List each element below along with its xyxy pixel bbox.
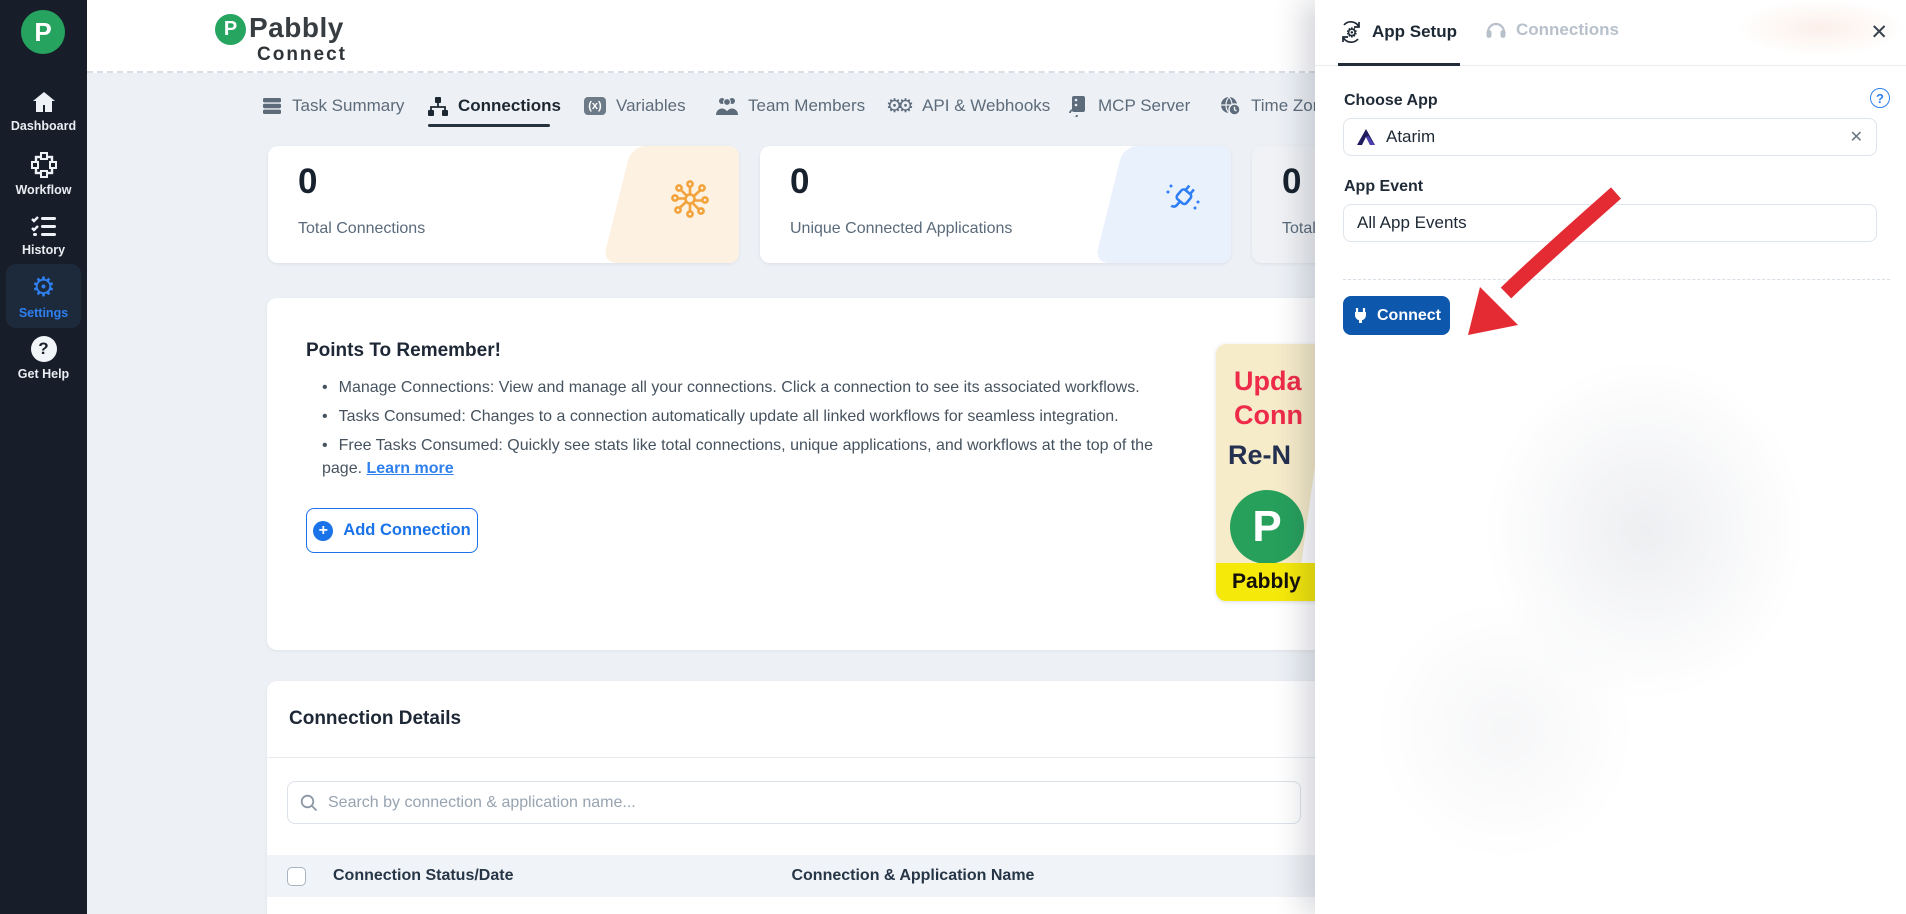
tab-label: Connections xyxy=(458,96,561,116)
active-tab-underline xyxy=(428,124,550,127)
tab-task-summary[interactable]: Task Summary xyxy=(262,88,404,124)
tab-api-webhooks[interactable]: ⚙⚙ API & Webhooks xyxy=(886,88,1050,124)
drawer-tab-connections[interactable]: Connections xyxy=(1485,20,1619,40)
sidebar-item-label: History xyxy=(0,243,87,257)
connection-search[interactable] xyxy=(287,781,1301,824)
tab-connections[interactable]: Connections xyxy=(428,88,561,124)
bullet-free-tasks: Free Tasks Consumed: Quickly see stats l… xyxy=(322,434,1160,480)
sidebar-item-dashboard[interactable]: Dashboard xyxy=(0,90,87,133)
tab-variables[interactable]: (x) Variables xyxy=(584,88,686,124)
stat-card-total-connections: 0 Total Connections xyxy=(268,146,739,263)
divider xyxy=(267,757,1360,758)
app-event-label: App Event xyxy=(1344,178,1423,196)
promo-text-line1: Upda xyxy=(1234,366,1302,397)
people-icon xyxy=(716,97,738,115)
tab-mcp-server[interactable]: MCP Server xyxy=(1068,88,1190,124)
sidebar-item-workflow[interactable]: Workflow xyxy=(0,152,87,197)
learn-more-link[interactable]: Learn more xyxy=(367,460,454,477)
choose-app-field[interactable]: Atarim ✕ xyxy=(1343,118,1877,156)
red-arrow-annotation xyxy=(1440,185,1630,350)
promo-text-line3: Re-N xyxy=(1228,440,1291,471)
sidebar-item-label: Settings xyxy=(0,306,87,320)
connection-details-title: Connection Details xyxy=(289,708,461,730)
connect-label: Connect xyxy=(1377,307,1441,325)
search-icon xyxy=(300,794,318,812)
stat-card-unique-apps: 0 Unique Connected Applications xyxy=(760,146,1231,263)
gear-icon: ⚙ xyxy=(31,272,55,302)
sidebar-item-history[interactable]: History xyxy=(0,214,87,257)
tab-label: Variables xyxy=(616,96,686,116)
atarim-logo-icon xyxy=(1357,129,1375,145)
stat-label: Unique Connected Applications xyxy=(790,220,1012,238)
globe-clock-icon xyxy=(1220,96,1241,116)
column-header-status-date: Connection Status/Date xyxy=(333,867,513,885)
server-icon xyxy=(262,97,282,115)
add-connection-button[interactable]: + Add Connection xyxy=(306,508,478,553)
drawer-header: ⚙ App Setup Connections ✕ xyxy=(1315,0,1906,66)
bullet-manage-connections: Manage Connections: View and manage all … xyxy=(322,376,1182,399)
brand-product: Connect xyxy=(257,44,347,66)
plug-white-icon xyxy=(1352,307,1369,324)
bullet-tasks-consumed: Tasks Consumed: Changes to a connection … xyxy=(322,405,1182,428)
close-icon[interactable]: ✕ xyxy=(1870,20,1888,45)
pabbly-header-logo-icon: P xyxy=(215,14,246,45)
clear-app-icon[interactable]: ✕ xyxy=(1850,127,1863,147)
tab-label: API & Webhooks xyxy=(922,96,1050,116)
sidebar-item-label: Get Help xyxy=(0,367,87,381)
stat-value: 0 xyxy=(790,162,809,202)
pabbly-logo-icon[interactable]: P xyxy=(21,10,65,54)
choose-app-label: Choose App xyxy=(1344,92,1438,110)
headset-icon xyxy=(1485,20,1507,40)
variable-icon: (x) xyxy=(584,97,606,115)
sidebar-item-label: Dashboard xyxy=(0,119,87,133)
connect-button[interactable]: Connect xyxy=(1343,296,1450,335)
tab-team-members[interactable]: Team Members xyxy=(716,88,865,124)
tab-label: MCP Server xyxy=(1098,96,1190,116)
home-icon xyxy=(31,90,57,114)
table-header-row: Connection Status/Date Connection & Appl… xyxy=(267,855,1360,897)
tab-label: Task Summary xyxy=(292,96,404,116)
drawer-tab-label: Connections xyxy=(1516,20,1619,40)
stat-value: 0 xyxy=(298,162,317,202)
sidebar-item-label: Workflow xyxy=(0,183,87,197)
history-icon xyxy=(30,214,58,238)
drawer-tab-label: App Setup xyxy=(1372,22,1457,42)
plus-icon: + xyxy=(313,521,333,541)
tab-label: Team Members xyxy=(748,96,865,116)
help-icon: ? xyxy=(31,336,57,362)
network-hub-icon xyxy=(669,178,711,225)
sidebar-item-settings[interactable]: ⚙ Settings xyxy=(0,274,87,320)
gear-sync-icon: ⚙ xyxy=(1339,20,1363,44)
search-input[interactable] xyxy=(328,794,1288,812)
stat-value: 0 xyxy=(1282,162,1301,202)
sitemap-icon xyxy=(428,97,448,116)
gears-icon: ⚙⚙ xyxy=(886,95,908,118)
stat-label: Total Connections xyxy=(298,220,425,238)
plug-icon xyxy=(1161,178,1203,225)
sidebar-item-get-help[interactable]: ? Get Help xyxy=(0,336,87,381)
column-header-connection-name: Connection & Application Name xyxy=(791,867,1034,885)
svg-text:⚙: ⚙ xyxy=(1346,25,1358,40)
drawer-tab-app-setup[interactable]: ⚙ App Setup xyxy=(1339,20,1457,44)
help-circle-icon[interactable]: ? xyxy=(1870,88,1890,108)
workflow-icon xyxy=(31,152,57,178)
select-all-checkbox[interactable] xyxy=(287,867,306,886)
promo-pabbly-logo-icon: P xyxy=(1230,490,1304,564)
app-setup-drawer: ⚙ App Setup Connections ✕ Choose App ? A… xyxy=(1315,0,1906,914)
promo-text-line2: Conn xyxy=(1234,400,1303,431)
sidebar: P Dashboard Workflow History ⚙ Settings xyxy=(0,0,87,914)
choose-app-value: Atarim xyxy=(1386,127,1435,147)
brand-name: Pabbly xyxy=(249,12,344,44)
drawer-active-tab-underline xyxy=(1338,63,1460,66)
add-connection-label: Add Connection xyxy=(343,521,470,540)
mcp-server-icon xyxy=(1068,96,1088,117)
faded-background-shape xyxy=(1375,600,1635,860)
points-title: Points To Remember! xyxy=(306,340,501,362)
